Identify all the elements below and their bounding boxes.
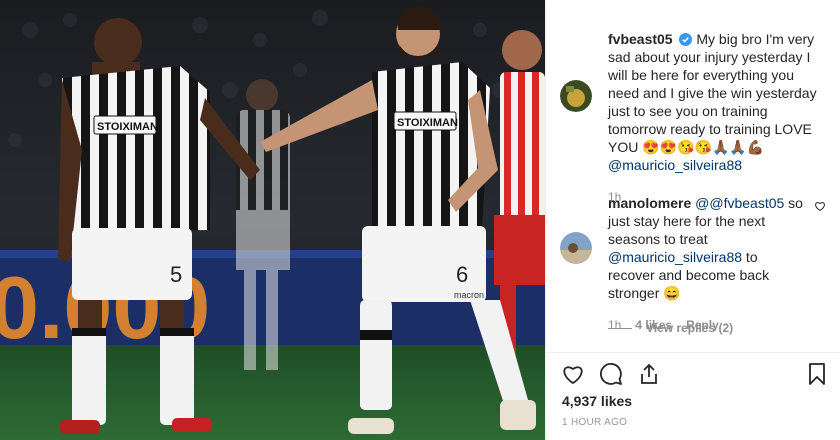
post-likes-count[interactable]: 4,937 likes <box>562 393 632 409</box>
comment-body: fvbeast05 My big bro I'm very sad about … <box>608 30 824 206</box>
bookmark-icon <box>809 363 825 385</box>
comment-2: manolomere @@fvbeast05 so just stay here… <box>560 194 828 334</box>
avatar[interactable] <box>560 80 592 112</box>
view-replies[interactable]: View replies (2) <box>608 321 733 335</box>
avatar-image <box>560 80 592 112</box>
comment-emoji: 😄 <box>663 285 681 301</box>
avatar[interactable] <box>560 232 592 264</box>
right-number: 6 <box>456 262 468 287</box>
kit-sponsor: macron <box>454 290 484 300</box>
action-bar <box>560 360 830 388</box>
comment-mention[interactable]: @mauricio_silveira88 <box>608 157 742 173</box>
comment-username[interactable]: fvbeast05 <box>608 31 673 47</box>
comments-panel: fvbeast05 My big bro I'm very sad about … <box>545 0 840 440</box>
comment-mention[interactable]: @mauricio_silveira88 <box>608 249 742 265</box>
verified-badge-icon <box>679 33 693 46</box>
comment-button[interactable] <box>598 361 624 387</box>
post-timestamp[interactable]: 1 HOUR AGO <box>562 417 627 428</box>
replies-divider-line <box>608 327 632 329</box>
like-button[interactable] <box>560 361 586 387</box>
post-photo[interactable]: 0.000 STOIXIMAN 5 STOIXIMAN 6 macron <box>0 0 545 440</box>
comment-mention-first[interactable]: @@fvbeast05 <box>695 195 784 211</box>
section-divider <box>546 352 840 353</box>
left-number: 5 <box>170 262 182 287</box>
comment-username[interactable]: manolomere <box>608 195 691 211</box>
comment-icon <box>600 363 622 385</box>
comment-emoji: 😍😍😘😘🙏🏾🙏🏾💪🏾 <box>642 139 765 155</box>
view-replies-label[interactable]: View replies (2) <box>646 321 733 335</box>
football-players-photo: 0.000 STOIXIMAN 5 STOIXIMAN 6 macron <box>0 0 545 440</box>
heart-icon <box>563 366 583 385</box>
small-heart-icon[interactable] <box>814 200 826 212</box>
instagram-post: 0.000 STOIXIMAN 5 STOIXIMAN 6 macron fvb… <box>0 0 840 440</box>
comment-text: My big bro I'm very sad about your injur… <box>608 31 817 155</box>
share-button[interactable] <box>636 361 662 387</box>
left-sponsor: STOIXIMAN <box>97 121 158 133</box>
avatar-image <box>560 232 592 264</box>
comment-body: manolomere @@fvbeast05 so just stay here… <box>608 194 808 334</box>
right-sponsor: STOIXIMAN <box>397 117 458 129</box>
save-button[interactable] <box>804 361 830 387</box>
share-icon <box>641 363 657 384</box>
comment-1: fvbeast05 My big bro I'm very sad about … <box>560 30 828 206</box>
